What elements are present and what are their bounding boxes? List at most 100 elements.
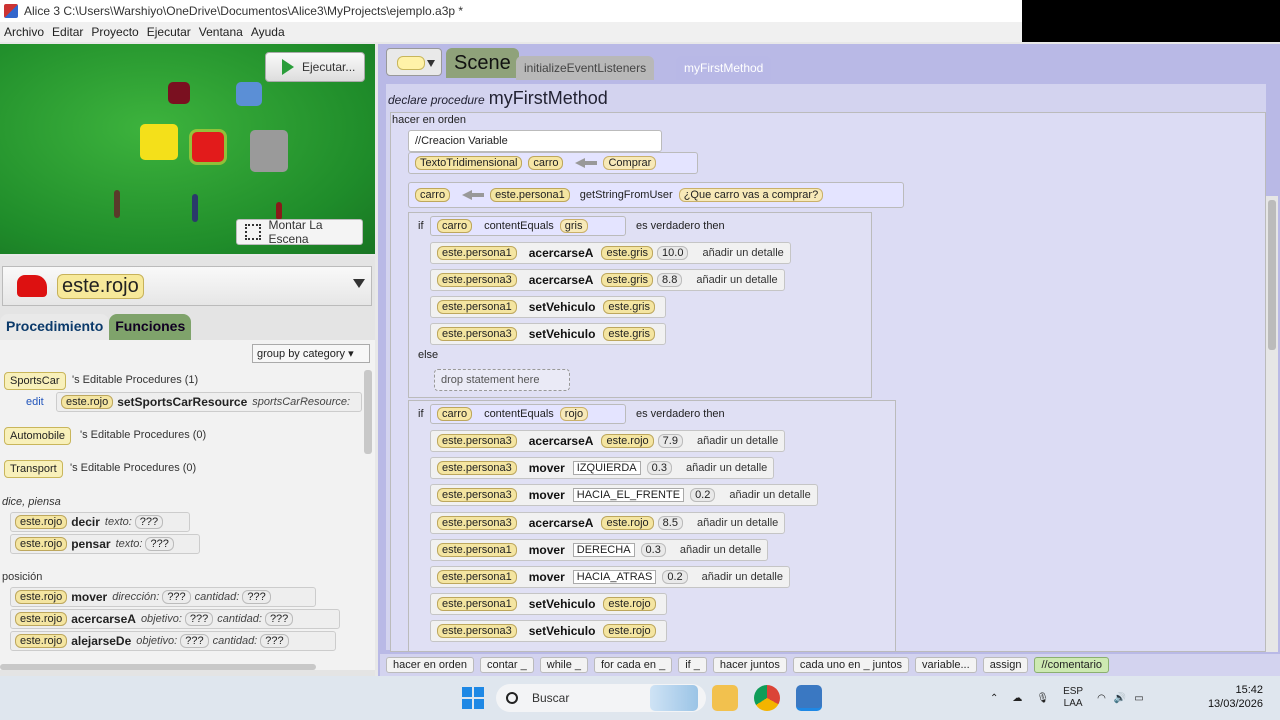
code-statement[interactable]: este.persona3 mover HACIA_EL_FRENTE 0.2 añad… — [430, 484, 818, 507]
code-statement[interactable]: este.persona3 setVehiculo este.rojo — [430, 620, 667, 643]
editor-scrollbar[interactable] — [1266, 196, 1278, 652]
statement-object[interactable]: este.persona3 — [437, 488, 517, 503]
variable-value[interactable]: Comprar — [603, 156, 657, 170]
amount-value[interactable]: 7.9 — [657, 434, 683, 448]
target-object[interactable]: este.gris — [603, 327, 655, 341]
target-object[interactable]: este.gris — [601, 273, 654, 287]
battery-icon[interactable]: ▭ — [1134, 693, 1143, 704]
direction-value[interactable]: DERECHA — [572, 542, 635, 557]
proc-decir[interactable]: este.rojo decir texto:??? — [10, 512, 190, 532]
statement-object[interactable]: este.persona3 — [437, 515, 517, 530]
direction-value[interactable]: HACIA_EL_FRENTE — [572, 488, 685, 503]
amount-value[interactable]: 0.2 — [662, 570, 688, 584]
chevron-down-icon[interactable] — [353, 279, 365, 288]
amount-value[interactable]: 0.3 — [646, 461, 672, 476]
add-detail-button[interactable]: añadir un detalle — [686, 462, 767, 474]
proc-placeholder[interactable]: ??? — [162, 590, 191, 604]
statement-object[interactable]: este.persona3 — [437, 461, 517, 476]
variable-declaration[interactable]: TextoTridimensional carro Comprar — [408, 152, 698, 174]
instance-selector[interactable]: este.rojo — [2, 266, 372, 306]
statement-object[interactable]: este.persona3 — [437, 624, 517, 639]
language-indicator[interactable]: ESP LAA — [1063, 686, 1083, 710]
palette-variable[interactable]: variable... — [914, 657, 977, 673]
code-statement[interactable]: este.persona1 acercarseA este.gris 10.0 añad… — [430, 242, 791, 264]
proc-placeholder[interactable]: ??? — [260, 634, 289, 648]
left-pane-hscrollbar[interactable] — [0, 664, 316, 670]
code-statement[interactable]: este.persona3 acercarseA este.rojo 7.9 añadi… — [430, 430, 786, 452]
widget-icon[interactable] — [650, 685, 698, 711]
if-condition-rojo[interactable]: carro contentEquals rojo — [430, 404, 626, 424]
target-object[interactable]: este.rojo — [601, 434, 654, 448]
direction-value[interactable]: IZQUIERDA — [572, 461, 641, 476]
proc-setsportscarresource[interactable]: este.rojo setSportsCarResource sportsCarRe… — [56, 392, 362, 412]
menu-ayuda[interactable]: Ayuda — [251, 25, 285, 39]
palette-each-together[interactable]: cada uno en _ juntos — [792, 657, 909, 673]
menu-ejecutar[interactable]: Ejecutar — [147, 25, 191, 39]
type-selector[interactable] — [386, 48, 442, 76]
left-pane-scrollbar[interactable] — [364, 370, 372, 454]
statement-object[interactable]: este.persona1 — [437, 570, 517, 584]
code-statement[interactable]: este.persona3 setVehiculo este.gris — [430, 323, 666, 345]
palette-count[interactable]: contar _ — [480, 657, 534, 673]
proc-mover[interactable]: este.rojo mover dirección:??? cantidad:??? — [10, 587, 316, 607]
tab-my-first-method[interactable]: myFirstMethod — [676, 56, 772, 80]
code-statement[interactable]: este.persona1 mover DERECHA 0.3 añadir un de… — [430, 538, 769, 561]
alice-taskbar-icon[interactable] — [796, 685, 822, 711]
proc-placeholder[interactable]: ??? — [184, 612, 214, 626]
menu-archivo[interactable]: Archivo — [4, 25, 44, 39]
amount-value[interactable]: 0.3 — [640, 542, 666, 557]
proc-placeholder[interactable]: ??? — [242, 590, 271, 604]
proc-alejarsede[interactable]: este.rojo alejarseDe objetivo:??? cantidad:… — [10, 631, 336, 651]
edit-link[interactable]: edit — [26, 396, 44, 408]
menu-ventana[interactable]: Ventana — [199, 25, 243, 39]
proc-placeholder[interactable]: ??? — [264, 612, 294, 626]
comment-statement[interactable]: //Creacion Variable — [408, 130, 662, 152]
clock[interactable]: 15:42 13/03/2026 — [1205, 683, 1263, 711]
onedrive-icon[interactable]: ☁ — [1012, 693, 1022, 704]
proc-pensar[interactable]: este.rojo pensar texto:??? — [10, 534, 200, 554]
palette-assign[interactable]: assign — [982, 657, 1029, 673]
add-detail-button[interactable]: añadir un detalle — [696, 274, 777, 286]
amount-value[interactable]: 8.5 — [657, 515, 683, 530]
target-object[interactable]: este.gris — [601, 246, 654, 260]
menu-proyecto[interactable]: Proyecto — [91, 25, 138, 39]
amount-value[interactable]: 10.0 — [657, 246, 689, 260]
chrome-icon[interactable] — [754, 685, 780, 711]
statement-object[interactable]: este.persona1 — [437, 597, 517, 612]
statement-object[interactable]: este.persona3 — [437, 273, 517, 287]
statement-object[interactable]: este.persona1 — [437, 246, 517, 260]
group-by-dropdown[interactable]: group by category ▾ — [252, 344, 370, 363]
target-object[interactable]: este.gris — [603, 300, 655, 314]
condition-string[interactable]: rojo — [559, 407, 589, 421]
palette-while[interactable]: while _ — [539, 657, 588, 673]
statement-object[interactable]: este.persona1 — [437, 300, 517, 314]
palette-for-each[interactable]: for cada en _ — [594, 657, 673, 673]
condition-string[interactable]: gris — [559, 219, 588, 233]
run-button[interactable]: Ejecutar... — [265, 52, 365, 82]
drop-statement-placeholder[interactable]: drop statement here — [434, 369, 570, 391]
assign-object[interactable]: este.persona1 — [490, 188, 570, 202]
proc-acercarsea[interactable]: este.rojo acercarseA objetivo:??? cantidad:… — [10, 609, 340, 629]
proc-placeholder[interactable]: ??? — [145, 537, 174, 551]
if-condition-gris[interactable]: carro contentEquals gris — [430, 216, 626, 236]
add-detail-button[interactable]: añadir un detalle — [697, 435, 778, 447]
windows-start-icon[interactable] — [462, 687, 484, 709]
assign-statement[interactable]: carro este.persona1 getStringFromUser ¿Que … — [408, 182, 904, 208]
code-statement[interactable]: este.persona1 setVehiculo este.rojo — [430, 593, 667, 616]
palette-comment[interactable]: //comentario — [1034, 657, 1110, 673]
add-detail-button[interactable]: añadir un detalle — [680, 544, 761, 556]
file-explorer-icon[interactable] — [712, 685, 738, 711]
amount-value[interactable]: 8.8 — [657, 273, 683, 287]
code-statement[interactable]: este.persona3 acercarseA este.rojo 8.5 añadi… — [430, 511, 786, 534]
comment-text[interactable]: //Creacion Variable — [415, 135, 508, 147]
variable-type[interactable]: TextoTridimensional — [415, 156, 523, 170]
add-detail-button[interactable]: añadir un detalle — [729, 489, 810, 501]
scroll-thumb[interactable] — [1268, 200, 1276, 350]
direction-value[interactable]: HACIA_ATRAS — [572, 570, 657, 584]
code-statement[interactable]: este.persona3 mover IZQUIERDA 0.3 añadir un … — [430, 457, 775, 480]
chevron-up-icon[interactable]: ⌃ — [990, 693, 998, 704]
menu-editar[interactable]: Editar — [52, 25, 83, 39]
assign-argument[interactable]: ¿Que carro vas a comprar? — [678, 188, 824, 202]
add-detail-button[interactable]: añadir un detalle — [702, 247, 783, 259]
target-object[interactable]: este.rojo — [603, 597, 656, 612]
